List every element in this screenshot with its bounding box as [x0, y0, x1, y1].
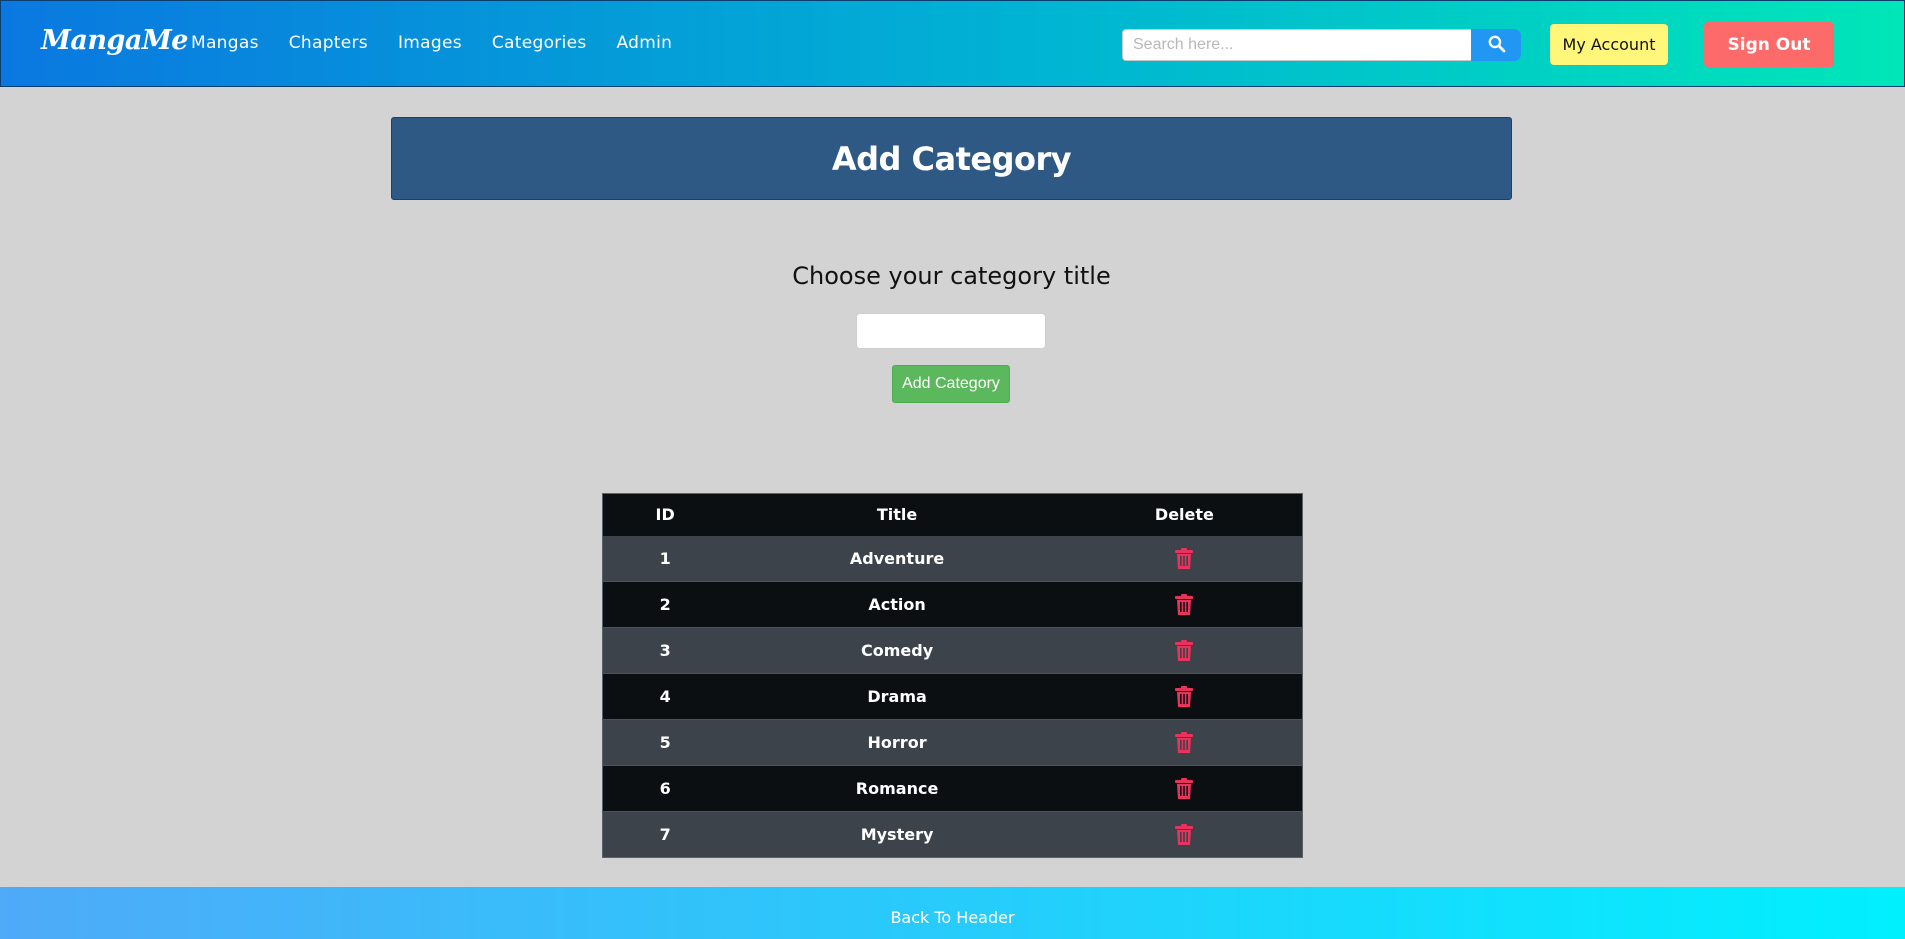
cell-delete — [1066, 673, 1303, 720]
trash-icon[interactable] — [1175, 732, 1194, 753]
column-header-title: Title — [876, 505, 918, 525]
cell-delete — [1067, 536, 1303, 582]
cell-id: 4 — [602, 673, 728, 720]
cell-title: Mystery — [727, 811, 1067, 858]
site-logo[interactable]: MangaMe — [41, 25, 188, 56]
table-header-row: ID Title Delete — [602, 493, 1303, 536]
page-title: Add Category — [831, 139, 1072, 178]
cell-delete — [1066, 719, 1303, 766]
search-icon — [1487, 34, 1506, 56]
back-to-header-link[interactable]: Back To Header — [890, 908, 1014, 927]
cell-id: 7 — [602, 811, 728, 858]
trash-icon[interactable] — [1175, 594, 1194, 615]
my-account-button[interactable]: My Account — [1550, 24, 1668, 65]
column-header-delete: Delete — [1154, 505, 1214, 525]
cell-delete — [1066, 811, 1303, 858]
category-title-input[interactable] — [856, 313, 1046, 349]
trash-icon[interactable] — [1175, 778, 1194, 799]
nav-link-admin[interactable]: Admin — [617, 33, 673, 53]
cell-title: Romance — [727, 765, 1067, 812]
table-row: 2 Action — [602, 581, 1303, 628]
main-nav: Mangas Chapters Images Categories Admin — [191, 33, 702, 53]
nav-link-categories[interactable]: Categories — [492, 33, 587, 53]
table-row: 3 Comedy — [602, 627, 1303, 674]
trash-icon[interactable] — [1175, 824, 1194, 845]
cell-id: 5 — [602, 719, 728, 766]
cell-id: 1 — [659, 548, 671, 568]
cell-title: Horror — [727, 719, 1067, 766]
top-navbar: MangaMe Mangas Chapters Images Categorie… — [0, 0, 1905, 87]
add-category-button[interactable]: Add Category — [892, 365, 1010, 403]
table-row: 6 Romance — [602, 765, 1303, 812]
categories-table: ID Title Delete 1 Adventure 2 Action 3 C… — [602, 493, 1303, 858]
nav-link-chapters[interactable]: Chapters — [289, 33, 368, 53]
cell-id: 2 — [602, 581, 728, 628]
search-button[interactable] — [1471, 29, 1521, 61]
cell-id: 6 — [602, 765, 728, 812]
search-input[interactable] — [1122, 29, 1471, 61]
cell-title: Comedy — [727, 627, 1067, 674]
nav-link-images[interactable]: Images — [398, 33, 462, 53]
table-row: 4 Drama — [602, 673, 1303, 720]
table-header: ID Title Delete — [602, 493, 1303, 536]
table-row: 7 Mystery — [602, 811, 1303, 858]
table-body: 1 Adventure 2 Action 3 Comedy 4 Drama 5 … — [602, 535, 1303, 858]
cell-delete — [1066, 627, 1303, 674]
cell-title: Drama — [727, 673, 1067, 720]
cell-delete — [1066, 765, 1303, 812]
sign-out-button[interactable]: Sign Out — [1704, 22, 1834, 67]
trash-icon[interactable] — [1175, 686, 1194, 707]
trash-icon[interactable] — [1175, 547, 1194, 569]
cell-delete — [1066, 581, 1303, 628]
page-title-banner: Add Category — [391, 117, 1512, 200]
nav-link-mangas[interactable]: Mangas — [191, 33, 259, 53]
table-row: 1 Adventure — [602, 535, 1303, 582]
column-header-id: ID — [655, 505, 675, 525]
page-footer: Back To Header — [0, 887, 1905, 939]
table-row: 5 Horror — [602, 719, 1303, 766]
search-form — [1122, 29, 1521, 61]
trash-icon[interactable] — [1175, 640, 1194, 661]
category-title-label: Choose your category title — [792, 262, 1111, 290]
cell-title: Adventure — [849, 548, 945, 568]
cell-title: Action — [727, 581, 1067, 628]
cell-id: 3 — [602, 627, 728, 674]
